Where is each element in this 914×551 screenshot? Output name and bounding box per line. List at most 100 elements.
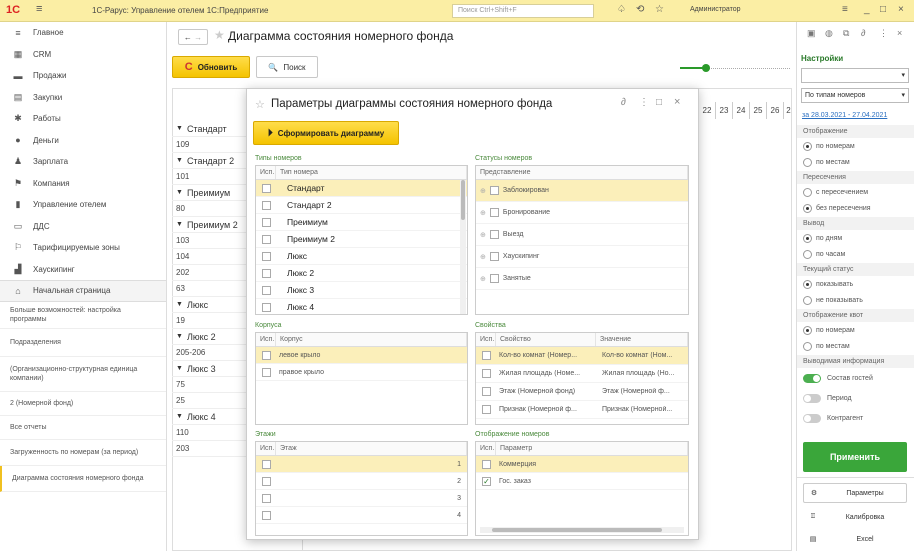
option-with-cross[interactable]: с пересечением <box>797 184 914 200</box>
sidebar-item-company[interactable]: ⚑ Компания <box>0 173 166 195</box>
link-room-fund[interactable]: 2 (Номерной фонд) <box>0 392 166 416</box>
toggle-contractor[interactable]: Контрагент <box>797 408 914 428</box>
checkbox[interactable] <box>262 285 271 295</box>
dialog-close-icon[interactable]: × <box>674 96 680 108</box>
room-type-row[interactable]: Стандарт 2 <box>256 197 467 214</box>
print-icon[interactable]: ▣ <box>807 28 816 39</box>
expand-triangle-icon[interactable]: ▼ <box>176 157 183 164</box>
more-icon[interactable]: ⋮ <box>879 28 888 39</box>
settings-menu-icon[interactable]: ≡ <box>842 4 848 15</box>
link-icon[interactable]: ∂ <box>621 97 626 108</box>
option-quota-places[interactable]: по местам <box>797 338 914 354</box>
property-row[interactable]: Признак (Номерной ф... Признак (Номерной.… <box>476 401 688 419</box>
room-type-row[interactable]: Стандарт <box>256 180 467 197</box>
radio-selected[interactable] <box>803 279 812 289</box>
sidebar-item-sales[interactable]: ▬ Продажи <box>0 65 166 87</box>
global-search-input[interactable]: Поиск Ctrl+Shift+F <box>452 4 594 18</box>
checkbox[interactable] <box>262 251 271 261</box>
toggle-switch-on[interactable] <box>803 373 821 383</box>
link-icon[interactable]: ∂ <box>861 28 865 38</box>
option-by-hours[interactable]: по часам <box>797 246 914 262</box>
radio-selected[interactable] <box>803 325 812 335</box>
sidebar-item-money[interactable]: ● Деньги <box>0 130 166 152</box>
expand-plus-icon[interactable]: ⊕ <box>480 231 486 239</box>
apply-button[interactable]: Применить <box>803 442 907 472</box>
room-type-row[interactable]: Люкс 2 <box>256 265 467 282</box>
status-row[interactable]: ⊕ Выезд <box>476 224 688 246</box>
status-row[interactable]: ⊕ Бронирование <box>476 202 688 224</box>
radio[interactable] <box>803 295 812 305</box>
link-occupancy-report[interactable]: Загруженность по номерам (за период) <box>0 440 166 466</box>
checkbox[interactable] <box>262 510 271 520</box>
expand-plus-icon[interactable]: ⊕ <box>480 275 486 283</box>
floor-row[interactable]: 4 <box>256 507 467 524</box>
link-room-diagram[interactable]: Диаграмма состояния номерного фонда <box>0 465 166 492</box>
radio[interactable] <box>803 187 812 197</box>
room-type-row[interactable]: Люкс 4 <box>256 299 467 314</box>
floor-row[interactable]: 1 <box>256 456 467 473</box>
sidebar-item-crm[interactable]: ▦ CRM <box>0 44 166 66</box>
sidebar-item-main[interactable]: ≡ Главное <box>0 22 166 44</box>
radio[interactable] <box>803 341 812 351</box>
status-row[interactable]: ⊕ Заблокирован <box>476 180 688 202</box>
period-link[interactable]: за 28.03.2021 - 27.04.2021 <box>802 112 887 119</box>
expand-triangle-icon[interactable]: ▼ <box>176 301 183 308</box>
link-more-features[interactable]: Больше возможностей: настройка программы <box>0 302 166 329</box>
parameters-button[interactable]: ⚙ Параметры <box>803 483 907 503</box>
toggle-switch-off[interactable] <box>803 413 821 423</box>
star-icon[interactable]: ☆ <box>655 4 664 15</box>
link-departments[interactable]: Подразделения <box>0 329 166 357</box>
checkbox[interactable] <box>262 476 271 486</box>
option-by-places[interactable]: по местам <box>797 154 914 170</box>
expand-triangle-icon[interactable]: ▼ <box>176 221 183 228</box>
expand-triangle-icon[interactable]: ▼ <box>176 125 183 132</box>
option-quota-rooms[interactable]: по номерам <box>797 322 914 338</box>
dialog-star-icon[interactable]: ☆ <box>255 98 265 111</box>
checkbox[interactable] <box>262 234 271 244</box>
user-name[interactable]: Администратор <box>690 6 741 13</box>
home-page-link[interactable]: ⌂ Начальная страница <box>0 280 166 302</box>
favorite-star-icon[interactable]: ★ <box>214 28 225 42</box>
radio-selected[interactable] <box>803 233 812 243</box>
checkbox[interactable] <box>489 230 499 239</box>
option-by-rooms[interactable]: по номерам <box>797 138 914 154</box>
checkbox[interactable] <box>482 405 491 414</box>
checkbox[interactable] <box>262 217 271 227</box>
expand-triangle-icon[interactable]: ▼ <box>176 365 183 372</box>
expand-triangle-icon[interactable]: ▼ <box>176 413 183 420</box>
radio-selected[interactable] <box>803 141 812 151</box>
checkbox[interactable] <box>482 459 491 469</box>
sidebar-item-purchases[interactable]: ▤ Закупки <box>0 87 166 109</box>
option-by-days[interactable]: по дням <box>797 230 914 246</box>
sidebar-item-salary[interactable]: ♟ Зарплата <box>0 151 166 173</box>
property-row[interactable]: Жилая площадь (Номе... Жилая площадь (Но.… <box>476 365 688 383</box>
group-by-select[interactable]: По типам номеров ▾ <box>801 88 909 103</box>
sidebar-item-dds[interactable]: ▭ ДДС <box>0 216 166 238</box>
toggle-period[interactable]: Период <box>797 388 914 408</box>
option-without-cross[interactable]: без пересечения <box>797 200 914 216</box>
panel-close-icon[interactable]: × <box>897 28 902 38</box>
back-arrow-icon[interactable]: ← <box>184 33 192 42</box>
checkbox-checked[interactable]: ✓ <box>482 476 491 486</box>
checkbox[interactable] <box>262 459 271 469</box>
floor-row[interactable]: 3 <box>256 490 467 507</box>
option-hide[interactable]: не показывать <box>797 292 914 308</box>
status-row[interactable]: ⊕ Занятые <box>476 268 688 290</box>
expand-triangle-icon[interactable]: ▼ <box>176 333 183 340</box>
radio-selected[interactable] <box>803 203 812 213</box>
maximize-icon[interactable]: □ <box>656 97 662 108</box>
scrollbar-thumb[interactable] <box>492 528 662 532</box>
building-row[interactable]: правое крыло <box>256 364 467 381</box>
forward-arrow-icon[interactable]: → <box>194 33 202 42</box>
globe-icon[interactable]: ◍ <box>825 28 833 39</box>
radio[interactable] <box>803 249 812 259</box>
sidebar-item-works[interactable]: ✱ Работы <box>0 108 166 130</box>
checkbox[interactable] <box>262 350 271 360</box>
option-show[interactable]: показывать <box>797 276 914 292</box>
close-window-icon[interactable]: × <box>898 4 904 15</box>
expand-plus-icon[interactable]: ⊕ <box>480 209 486 217</box>
nav-back-forward[interactable]: ← → <box>178 29 208 45</box>
find-button[interactable]: 🔍 Поиск <box>256 56 318 78</box>
room-type-row[interactable]: Люкс <box>256 248 467 265</box>
sidebar-item-housekeeping[interactable]: ▟ Хаускипинг <box>0 259 166 281</box>
